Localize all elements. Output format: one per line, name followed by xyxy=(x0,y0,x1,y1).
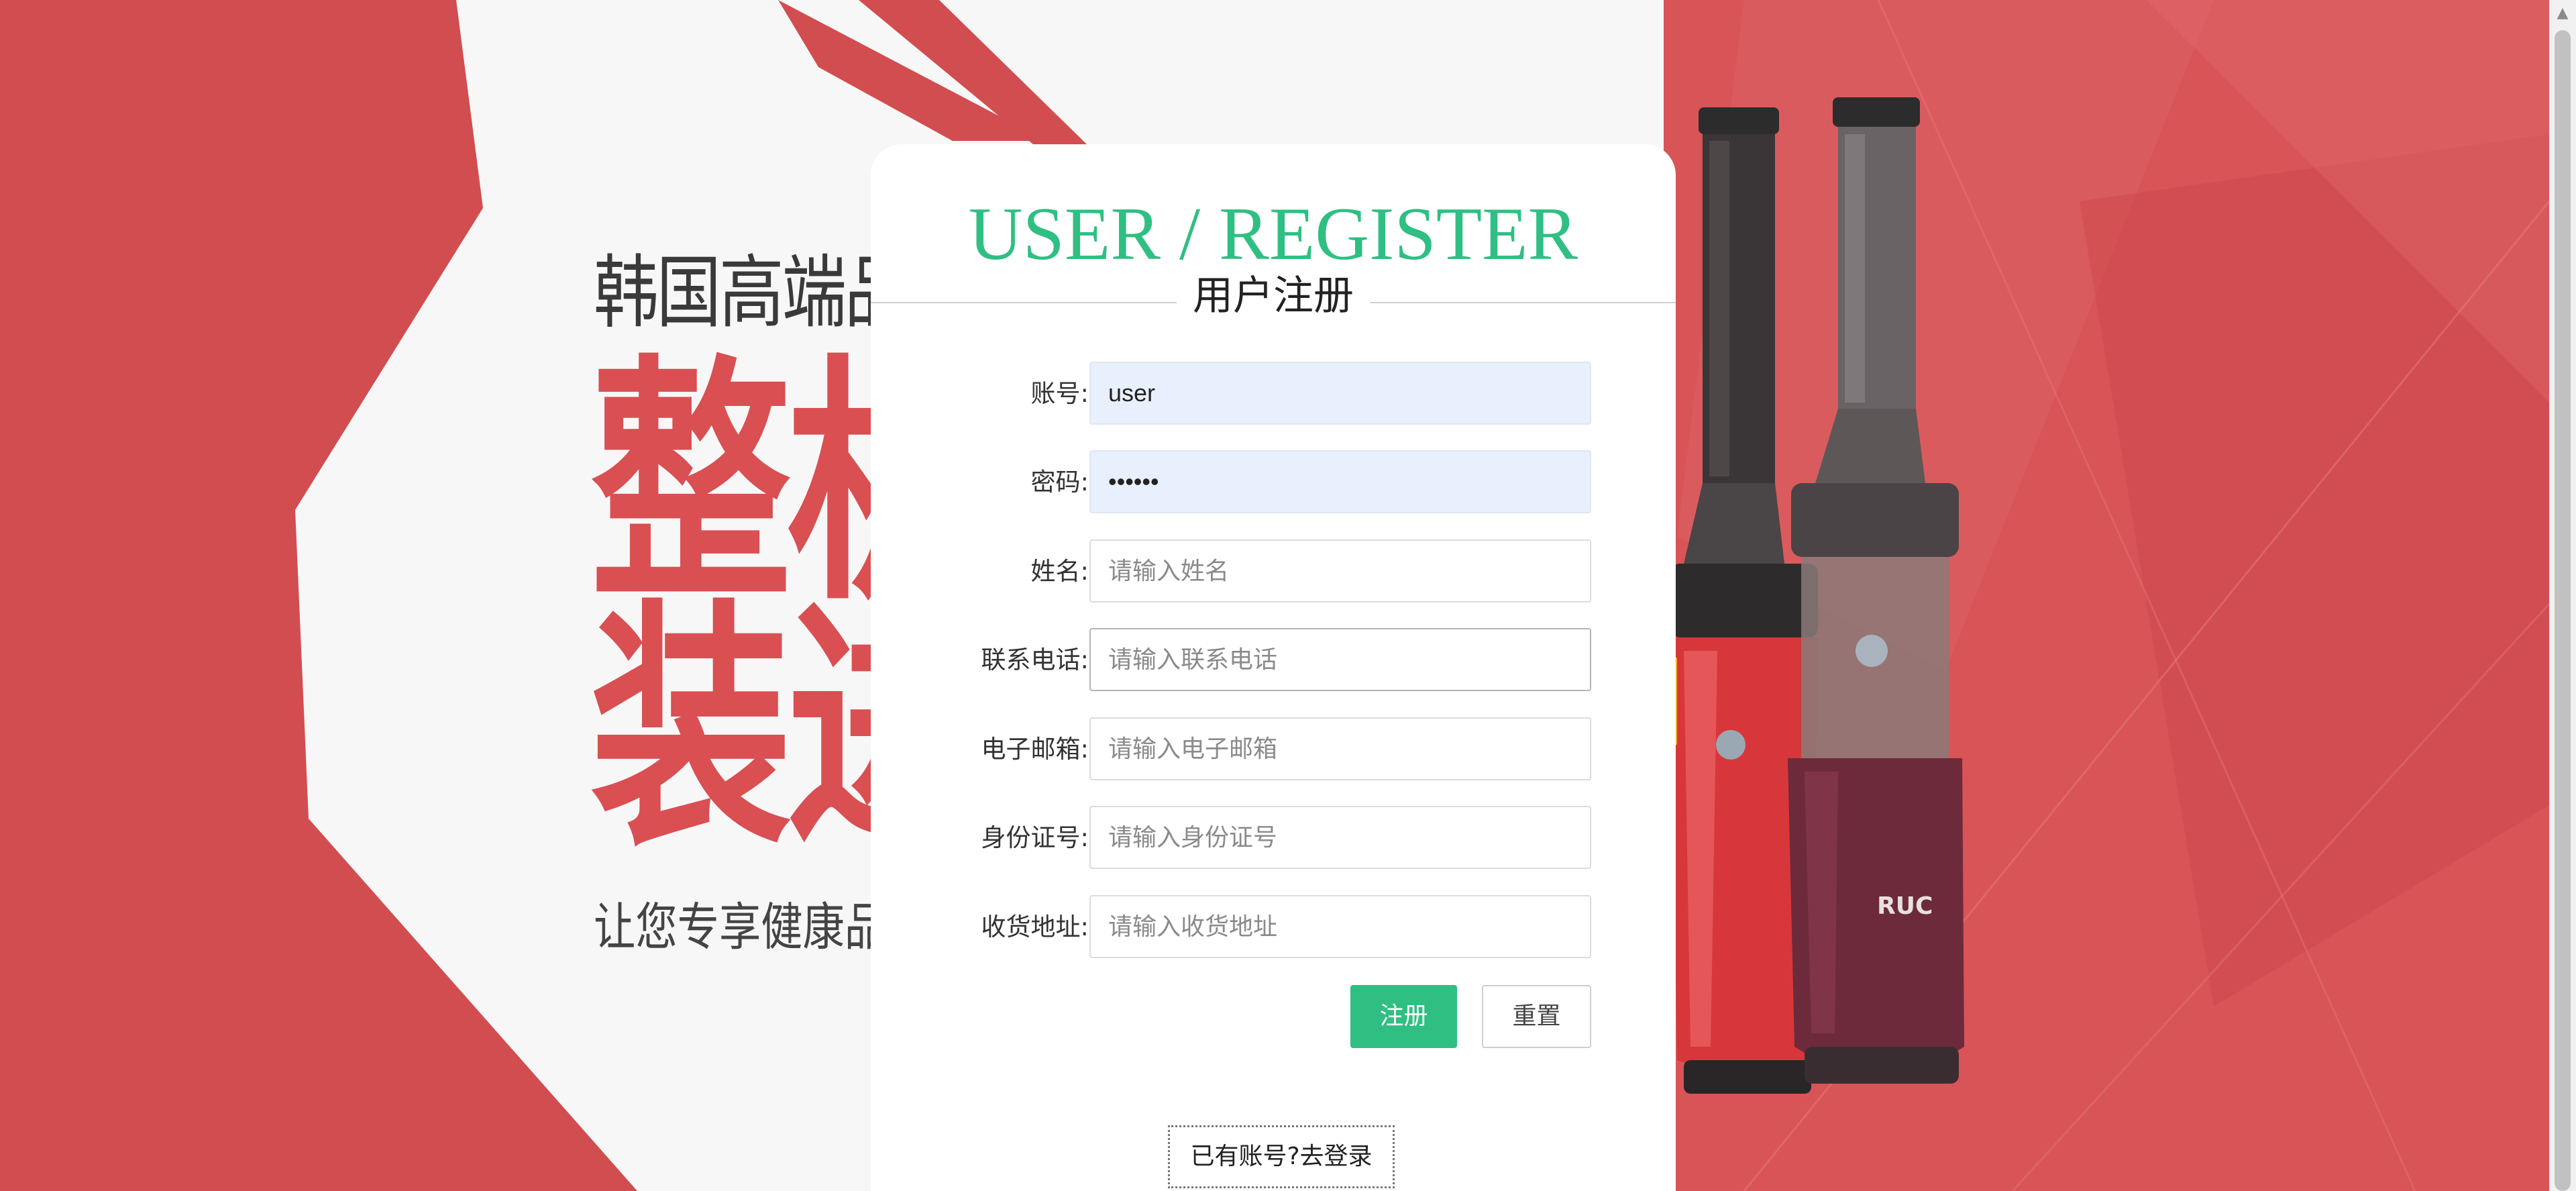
register-subtitle: 用户注册 xyxy=(1177,276,1370,316)
id-number-label: 身份证号: xyxy=(981,823,1089,852)
account-label: 账号: xyxy=(1030,379,1089,408)
reset-button[interactable]: 重置 xyxy=(1482,985,1591,1048)
form-row-phone: 联系电话: xyxy=(871,628,1676,692)
email-label: 电子邮箱: xyxy=(981,735,1089,764)
email-input[interactable] xyxy=(1089,717,1591,780)
address-label: 收货地址: xyxy=(981,913,1089,941)
chevron-up-icon[interactable]: ▲ xyxy=(2549,0,2576,27)
register-card: USER / REGISTER 用户注册 账号: 密码: 姓名: 联系电话: 电… xyxy=(871,144,1676,1191)
scrollbar-thumb[interactable] xyxy=(2555,30,2571,1191)
form-row-email: 电子邮箱: xyxy=(871,717,1676,782)
go-login-link[interactable]: 已有账号?去登录 xyxy=(1168,1125,1395,1188)
password-label: 密码: xyxy=(1030,468,1089,497)
form-row-id-number: 身份证号: xyxy=(871,806,1676,870)
register-button[interactable]: 注册 xyxy=(1350,985,1457,1048)
password-input[interactable] xyxy=(1089,450,1591,513)
register-subtitle-wrap: 用户注册 xyxy=(871,276,1676,316)
address-input[interactable] xyxy=(1089,895,1591,958)
form-row-address: 收货地址: xyxy=(871,895,1676,960)
form-row-name: 姓名: xyxy=(871,539,1676,604)
product-brand-label: RUC xyxy=(1877,892,1933,920)
phone-input[interactable] xyxy=(1089,628,1591,691)
form-row-account: 账号: xyxy=(871,362,1676,426)
form-row-password: 密码: xyxy=(871,450,1676,515)
account-input[interactable] xyxy=(1089,362,1591,425)
id-number-input[interactable] xyxy=(1089,806,1591,869)
page-scrollbar[interactable]: ▲ xyxy=(2549,0,2576,1191)
juicer-product-image xyxy=(1644,97,1964,1094)
page: 韩国高端品牌 整机原 装进口 让您专享健康品质生活 RUC USER / REG… xyxy=(0,0,2576,1191)
name-label: 姓名: xyxy=(1030,557,1089,586)
register-title: USER / REGISTER xyxy=(968,193,1578,276)
phone-label: 联系电话: xyxy=(981,645,1089,674)
name-input[interactable] xyxy=(1089,539,1591,603)
